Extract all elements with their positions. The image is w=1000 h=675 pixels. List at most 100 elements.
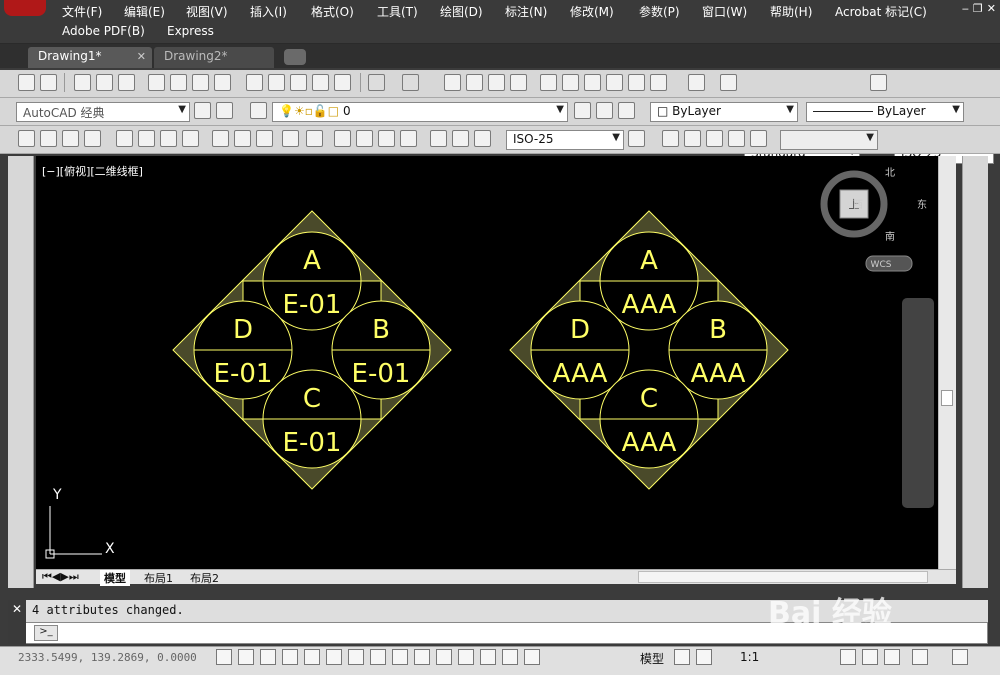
ortho-icon[interactable] [282, 649, 298, 665]
jogged-linear-icon[interactable] [400, 130, 417, 147]
dimension-edit-icon[interactable] [430, 130, 447, 147]
clean-screen-icon[interactable] [952, 649, 968, 665]
calculator-icon[interactable] [650, 74, 667, 91]
design-center-icon[interactable] [562, 74, 579, 91]
pdf-icon[interactable] [18, 74, 35, 91]
paste-icon[interactable] [290, 74, 307, 91]
menu-help[interactable]: 帮助(H) [770, 3, 812, 20]
model-space-toggle[interactable]: 模型 [640, 650, 664, 667]
application-logo-icon[interactable] [4, 0, 46, 16]
copy-icon[interactable] [268, 74, 285, 91]
menu-dimension[interactable]: 标注(N) [505, 3, 547, 20]
print-icon[interactable] [148, 74, 165, 91]
new-tab-button[interactable] [284, 49, 306, 65]
arc-length-icon[interactable] [62, 130, 79, 147]
quick-view-drawings-icon[interactable] [696, 649, 712, 665]
text-style-icon[interactable] [720, 74, 737, 91]
layout-nav-arrows-icon[interactable]: ⏮◀▶⏭ [38, 570, 83, 584]
menu-view[interactable]: 视图(V) [186, 3, 228, 20]
new-file-icon[interactable] [74, 74, 91, 91]
wcs-label[interactable]: WCS [871, 260, 892, 270]
make-current-layer-icon[interactable] [574, 102, 591, 119]
menu-window[interactable]: 窗口(W) [702, 3, 747, 20]
single-viewport-icon[interactable] [684, 130, 701, 147]
clip-viewport-icon[interactable] [706, 130, 723, 147]
continue-icon[interactable] [256, 130, 273, 147]
menu-format[interactable]: 格式(O) [311, 3, 354, 20]
close-icon[interactable]: ✕ [137, 50, 146, 63]
menu-parameters[interactable]: 参数(P) [639, 3, 680, 20]
center-mark-icon[interactable] [356, 130, 373, 147]
annotation-monitor-icon[interactable] [524, 649, 540, 665]
dim-style-control[interactable]: ISO-25 ▼ [506, 130, 624, 150]
vertical-scrollbar[interactable] [938, 156, 956, 569]
tab-layout2[interactable]: 布局2 [186, 570, 223, 586]
tab-drawing2[interactable]: Drawing2* [154, 47, 274, 68]
aligned-dimension-icon[interactable] [40, 130, 57, 147]
match-properties-icon[interactable] [334, 74, 351, 91]
quick-properties-icon[interactable] [480, 649, 496, 665]
isolate-objects-icon[interactable] [912, 649, 928, 665]
viewport-scale-icon[interactable] [750, 130, 767, 147]
viewport-icon[interactable] [662, 130, 679, 147]
tab-model[interactable]: 模型 [100, 570, 130, 586]
properties-icon[interactable] [540, 74, 557, 91]
selection-cycling-icon[interactable] [502, 649, 518, 665]
pan-icon[interactable] [444, 74, 461, 91]
dimension-text-edit-icon[interactable] [452, 130, 469, 147]
zoom-window-icon[interactable] [488, 74, 505, 91]
tab-layout1[interactable]: 布局1 [140, 570, 177, 586]
3d-osnap-icon[interactable] [348, 649, 364, 665]
quick-view-layouts-icon[interactable] [674, 649, 690, 665]
radius-icon[interactable] [116, 130, 133, 147]
osnap-icon[interactable] [326, 649, 342, 665]
quick-dimension-icon[interactable] [212, 130, 229, 147]
hardware-acceleration-icon[interactable] [884, 649, 900, 665]
scrollbar-thumb[interactable] [941, 390, 953, 406]
menu-tools[interactable]: 工具(T) [377, 3, 418, 20]
polar-icon[interactable] [304, 649, 320, 665]
dimension-break-icon[interactable] [306, 130, 323, 147]
convert-viewport-icon[interactable] [728, 130, 745, 147]
command-prompt-icon[interactable]: >_ [34, 625, 58, 641]
block-diamond-e01[interactable]: A E-01 D E-01 B E-01 C E-01 [172, 210, 452, 490]
sheet-set-icon[interactable] [606, 74, 623, 91]
drawing-canvas[interactable]: A E-01 D E-01 B E-01 C E-01 A AAA D AAA B AAA C AAA Y … [36, 156, 938, 569]
viewport-control-label[interactable]: [−][俯视][二维线框] [42, 163, 143, 179]
print-preview-icon[interactable] [170, 74, 187, 91]
redo-icon[interactable] [402, 74, 419, 91]
dim-style-icon[interactable] [870, 74, 887, 91]
horizontal-scrollbar[interactable] [638, 571, 928, 583]
pdf-markup-icon[interactable] [40, 74, 57, 91]
infer-constraints-icon[interactable] [216, 649, 232, 665]
wrench-icon[interactable] [8, 622, 26, 644]
save-icon[interactable] [118, 74, 135, 91]
otrack-icon[interactable] [370, 649, 386, 665]
block-diamond-aaa[interactable]: AAAADAAABAAACAAA [509, 210, 789, 490]
minimize-icon[interactable]: ‒ [962, 2, 969, 16]
undo-icon[interactable] [368, 74, 385, 91]
publish-icon[interactable] [192, 74, 209, 91]
angular-icon[interactable] [182, 130, 199, 147]
lineweight-icon[interactable] [436, 649, 452, 665]
markup-icon[interactable] [628, 74, 645, 91]
transparency-icon[interactable] [458, 649, 474, 665]
3d-dwf-icon[interactable] [214, 74, 231, 91]
menu-adobe-pdf[interactable]: Adobe PDF(B) [62, 24, 145, 38]
help-icon[interactable] [688, 74, 705, 91]
menu-file[interactable]: 文件(F) [62, 3, 102, 20]
snap-icon[interactable] [238, 649, 254, 665]
menu-edit[interactable]: 编辑(E) [124, 3, 165, 20]
layer-dropdown[interactable]: 💡☀▫🔓□ 0 ▼ [272, 102, 568, 122]
ordinate-icon[interactable] [84, 130, 101, 147]
lock-ui-icon[interactable] [862, 649, 878, 665]
navigation-bar[interactable] [902, 298, 934, 508]
paste-special-icon[interactable] [312, 74, 329, 91]
baseline-icon[interactable] [234, 130, 251, 147]
jogged-icon[interactable] [138, 130, 155, 147]
zoom-previous-icon[interactable] [510, 74, 527, 91]
grid-icon[interactable] [260, 649, 276, 665]
layer-state-icon[interactable] [618, 102, 635, 119]
linear-dimension-icon[interactable] [18, 130, 35, 147]
menu-insert[interactable]: 插入(I) [250, 3, 287, 20]
